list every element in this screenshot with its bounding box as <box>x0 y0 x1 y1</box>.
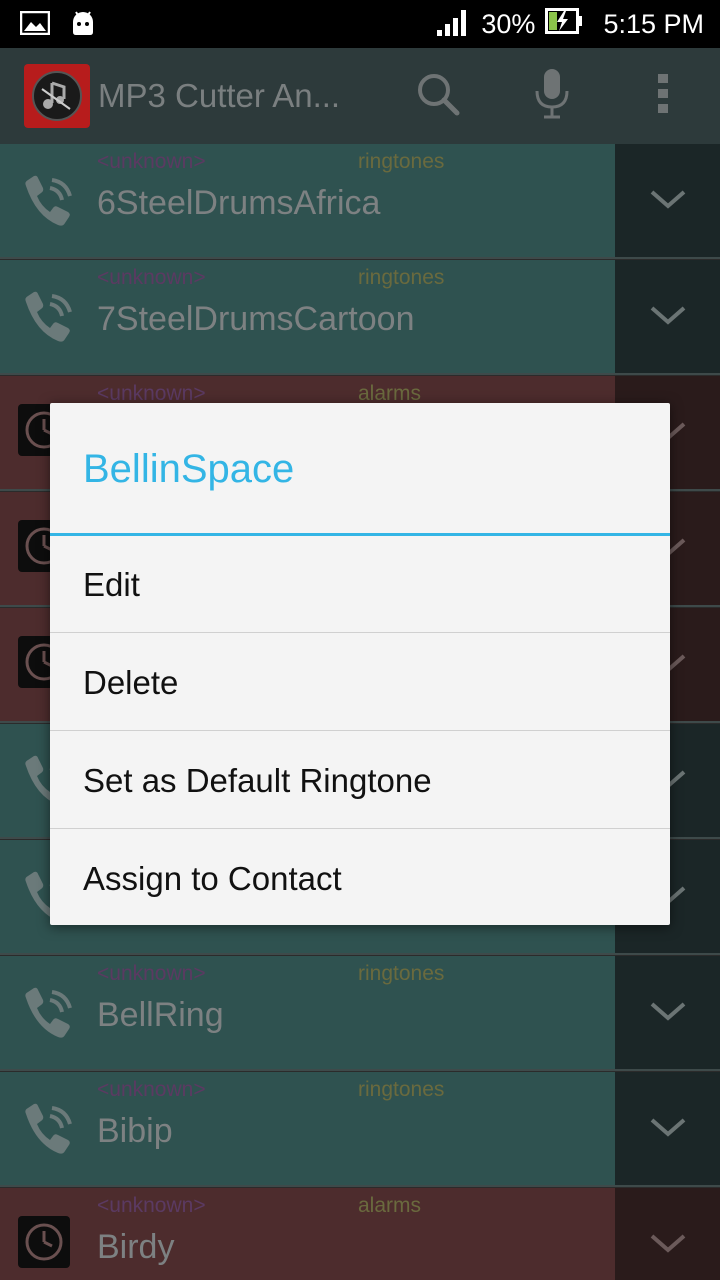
artist-label: <unknown> <box>97 150 206 173</box>
menu-item-assign-to-contact[interactable]: Assign to Contact <box>50 830 670 927</box>
menu-item-label: Assign to Contact <box>83 860 342 897</box>
phone-ringtone-icon <box>18 1100 78 1160</box>
artist-label: <unknown> <box>97 1078 206 1101</box>
signal-icon <box>437 6 471 43</box>
chevron-down-icon <box>648 304 688 332</box>
menu-item-delete[interactable]: Delete <box>50 634 670 731</box>
phone-ringtone-icon <box>18 288 78 348</box>
sound-name: 7SteelDrumsCartoon <box>97 300 415 338</box>
menu-item-label: Delete <box>83 664 179 701</box>
dialog-title: BellinSpace <box>83 447 295 491</box>
artist-label: <unknown> <box>97 266 206 289</box>
app-title: MP3 Cutter An... <box>98 77 341 114</box>
voice-search-button[interactable] <box>520 64 584 128</box>
overflow-menu-button[interactable] <box>631 64 695 128</box>
battery-charging-icon <box>545 7 583 41</box>
list-item[interactable]: <unknown> ringtones 6SteelDrumsAfrica <box>0 144 720 259</box>
menu-item-set-default-ringtone[interactable]: Set as Default Ringtone <box>50 732 670 829</box>
category-label: alarms <box>358 1194 422 1217</box>
search-icon <box>414 70 462 122</box>
image-notification-icon <box>19 10 51 39</box>
app-logo[interactable] <box>24 64 90 128</box>
category-label: ringtones <box>358 962 445 985</box>
clock: 5:15 PM <box>603 8 704 39</box>
search-button[interactable] <box>406 64 470 128</box>
list-item[interactable]: <unknown> ringtones BellRing <box>0 956 720 1071</box>
chevron-down-icon <box>648 1232 688 1260</box>
list-item[interactable]: <unknown> alarms Birdy <box>0 1188 720 1280</box>
chevron-down-icon <box>648 1000 688 1028</box>
sound-name: Bibip <box>97 1112 173 1150</box>
list-item[interactable]: <unknown> ringtones 7SteelDrumsCartoon <box>0 260 720 375</box>
expand-button[interactable] <box>615 1188 720 1280</box>
microphone-icon <box>532 67 572 125</box>
status-bar: 30% 5:15 PM <box>0 0 720 48</box>
android-notification-icon <box>70 10 96 40</box>
sound-name: Birdy <box>97 1228 175 1266</box>
menu-item-label: Set as Default Ringtone <box>83 762 432 799</box>
menu-item-label: Edit <box>83 566 140 603</box>
list-item[interactable]: <unknown> ringtones Bibip <box>0 1072 720 1187</box>
category-label: ringtones <box>358 150 445 173</box>
chevron-down-icon <box>648 188 688 216</box>
artist-label: <unknown> <box>97 962 206 985</box>
sound-name: BellRing <box>97 996 224 1034</box>
battery-percent: 30% <box>481 8 536 39</box>
category-label: ringtones <box>358 1078 445 1101</box>
app-bar: MP3 Cutter An... <box>0 48 720 144</box>
context-menu-dialog: BellinSpace Edit Delete Set as Default R… <box>50 403 670 925</box>
category-label: ringtones <box>358 266 445 289</box>
sound-name: 6SteelDrumsAfrica <box>97 184 381 222</box>
menu-item-edit[interactable]: Edit <box>50 536 670 633</box>
chevron-down-icon <box>648 1116 688 1144</box>
phone-ringtone-icon <box>18 172 78 232</box>
expand-button[interactable] <box>615 144 720 259</box>
alarm-clock-icon <box>18 1216 78 1276</box>
phone-ringtone-icon <box>18 984 78 1044</box>
expand-button[interactable] <box>615 1072 720 1187</box>
artist-label: <unknown> <box>97 1194 206 1217</box>
expand-button[interactable] <box>615 956 720 1071</box>
overflow-menu-icon <box>656 74 670 118</box>
expand-button[interactable] <box>615 260 720 375</box>
